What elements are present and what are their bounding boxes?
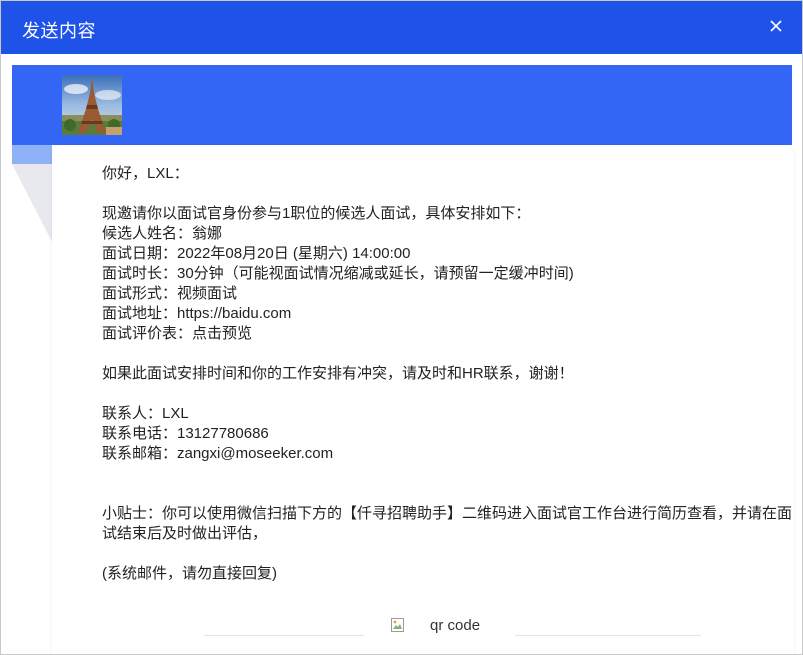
close-icon[interactable] [768, 18, 784, 34]
intro-text: 现邀请你以面试官身份参与1职位的候选人面试，具体安排如下： [102, 205, 531, 222]
interview-format: 面试形式：视频面试 [102, 285, 238, 302]
fold-decoration [12, 145, 52, 164]
evaluation-form: 面试评价表：点击预览 [102, 325, 253, 342]
dialog-header: 发送内容 [1, 1, 802, 54]
dialog-title: 发送内容 [22, 21, 96, 41]
divider-right [515, 635, 701, 636]
send-content-dialog: 发送内容 你好，LXL： 现邀请你以面试官身份参与1职位的候选人面试，具体安排如… [0, 0, 803, 655]
interview-address: 面试地址：https://baidu.com [102, 305, 292, 322]
tip-text: 小贴士：你可以使用微信扫描下方的【仟寻招聘助手】二维码进入面试官工作台进行简历查… [102, 505, 793, 542]
company-logo [62, 75, 122, 135]
qr-alt-text: qr code [430, 616, 481, 634]
email-banner [12, 65, 792, 145]
contact-phone: 联系电话：13127780686 [102, 425, 269, 442]
system-note: (系统邮件，请勿直接回复) [102, 565, 277, 582]
greeting: 你好，LXL： [102, 165, 189, 182]
contact-email: 联系邮箱：zangxi@moseeker.com [102, 445, 334, 462]
broken-image-icon [390, 617, 406, 633]
qr-code: qr code [390, 615, 480, 635]
divider-left [204, 635, 364, 636]
interview-date: 面试日期：2022年08月20日 (星期六) 14:00:00 [102, 245, 411, 262]
contact-person: 联系人：LXL [102, 405, 189, 422]
conflict-note: 如果此面试安排时间和你的工作安排有冲突，请及时和HR联系，谢谢！ [102, 365, 574, 382]
fold-shadow [12, 164, 52, 242]
email-content: 你好，LXL： 现邀请你以面试官身份参与1职位的候选人面试，具体安排如下： 候选… [102, 164, 797, 584]
candidate-name: 候选人姓名：翁娜 [102, 225, 223, 242]
interview-duration: 面试时长：30分钟（可能视面试情况缩减或延长，请预留一定缓冲时间) [102, 265, 574, 282]
